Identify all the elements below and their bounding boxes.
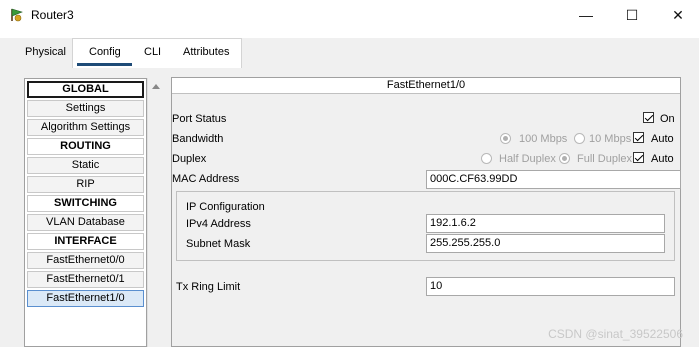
maximize-button[interactable]: ☐ bbox=[618, 4, 646, 26]
duplex-label: Duplex bbox=[172, 153, 207, 165]
duplex-full-radio[interactable] bbox=[559, 153, 570, 164]
sidebar-item-fastethernet0-1[interactable]: FastEthernet0/1 bbox=[27, 271, 144, 288]
tab-attributes[interactable]: Attributes bbox=[183, 46, 229, 58]
duplex-half-label: Half Duplex bbox=[499, 153, 556, 165]
router-app-icon bbox=[11, 8, 23, 22]
tab-bar: Physical Config CLI Attributes bbox=[0, 38, 699, 68]
ipv4-address-label: IPv4 Address bbox=[186, 218, 251, 230]
sidebar-header-routing[interactable]: ROUTING bbox=[27, 138, 144, 155]
sidebar-item-static[interactable]: Static bbox=[27, 157, 144, 174]
window-title: Router3 bbox=[31, 8, 74, 22]
config-sidebar: GLOBAL Settings Algorithm Settings ROUTI… bbox=[24, 78, 147, 347]
minimize-button[interactable]: — bbox=[572, 4, 600, 26]
sidebar-item-rip[interactable]: RIP bbox=[27, 176, 144, 193]
bandwidth-100-radio[interactable] bbox=[500, 133, 511, 144]
sidebar-item-vlan-database[interactable]: VLAN Database bbox=[27, 214, 144, 231]
bandwidth-auto-checkbox[interactable] bbox=[633, 132, 644, 143]
port-status-checkbox[interactable] bbox=[643, 112, 654, 123]
bandwidth-label: Bandwidth bbox=[172, 133, 224, 145]
port-status-label: Port Status bbox=[172, 113, 227, 125]
tab-config[interactable]: Config bbox=[89, 46, 121, 58]
scroll-up-arrow-icon[interactable] bbox=[152, 84, 160, 89]
port-status-on-label: On bbox=[660, 113, 675, 125]
sidebar-header-interface[interactable]: INTERFACE bbox=[27, 233, 144, 250]
mac-address-label: MAC Address bbox=[172, 173, 240, 185]
active-tab-indicator bbox=[77, 63, 132, 66]
tab-cli[interactable]: CLI bbox=[144, 46, 161, 58]
tab-physical[interactable]: Physical bbox=[25, 46, 66, 58]
close-button[interactable]: ✕ bbox=[664, 4, 692, 26]
sidebar-item-algorithm-settings[interactable]: Algorithm Settings bbox=[27, 119, 144, 136]
duplex-auto-checkbox[interactable] bbox=[633, 152, 644, 163]
ip-configuration-title: IP Configuration bbox=[186, 201, 265, 213]
sidebar-scrollbar[interactable] bbox=[147, 78, 164, 347]
bandwidth-10-radio[interactable] bbox=[574, 133, 585, 144]
tx-ring-limit-field[interactable]: 10 bbox=[426, 277, 675, 296]
tx-ring-limit-label: Tx Ring Limit bbox=[176, 281, 241, 293]
sidebar-item-fastethernet0-0[interactable]: FastEthernet0/0 bbox=[27, 252, 144, 269]
sidebar-header-switching[interactable]: SWITCHING bbox=[27, 195, 144, 212]
subnet-mask-label: Subnet Mask bbox=[186, 238, 251, 250]
bandwidth-auto-label: Auto bbox=[651, 133, 674, 145]
sidebar-header-global[interactable]: GLOBAL bbox=[27, 81, 144, 98]
sidebar-item-settings[interactable]: Settings bbox=[27, 100, 144, 117]
bandwidth-10-label: 10 Mbps bbox=[589, 133, 632, 145]
sidebar-item-fastethernet1-0[interactable]: FastEthernet1/0 bbox=[27, 290, 144, 307]
title-bar: Router3 — ☐ ✕ bbox=[0, 0, 699, 30]
panel-title: FastEthernet1/0 bbox=[172, 78, 680, 94]
duplex-full-label: Full Duplex bbox=[577, 153, 633, 165]
subnet-mask-field[interactable]: 255.255.255.0 bbox=[426, 234, 665, 253]
mac-address-field[interactable]: 000C.CF63.99DD bbox=[426, 170, 681, 189]
bandwidth-100-label: 100 Mbps bbox=[519, 133, 568, 145]
ipv4-address-field[interactable]: 192.1.6.2 bbox=[426, 214, 665, 233]
duplex-half-radio[interactable] bbox=[481, 153, 492, 164]
duplex-auto-label: Auto bbox=[651, 153, 674, 165]
watermark: CSDN @sinat_39522506 bbox=[548, 327, 683, 341]
